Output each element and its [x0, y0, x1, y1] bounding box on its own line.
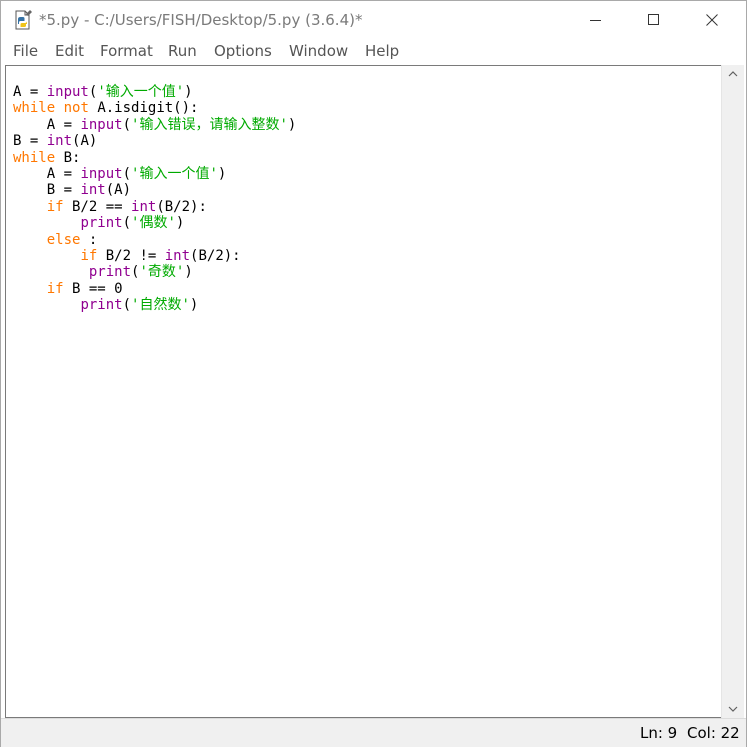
code-token: '输入一个值' — [97, 84, 185, 100]
code-line[interactable]: B = int(A) — [13, 182, 296, 198]
menu-window[interactable]: Window — [289, 42, 348, 60]
code-token: while — [13, 149, 56, 166]
code-token: ) — [184, 84, 193, 100]
code-token: ( — [122, 116, 132, 133]
code-token: (A) — [105, 182, 132, 199]
vertical-scrollbar[interactable] — [721, 65, 744, 718]
code-token: A = — [13, 165, 81, 182]
code-token: '偶数' — [131, 215, 176, 232]
code-token: ( — [122, 165, 132, 182]
code-line[interactable]: while not A.isdigit(): — [13, 100, 296, 116]
code-token: else — [46, 231, 81, 248]
cursor-line-indicator: Ln: 9 — [640, 724, 678, 742]
code-token: B = — [13, 133, 47, 150]
menu-format[interactable]: Format — [100, 42, 153, 60]
code-line[interactable]: while B: — [13, 150, 296, 166]
code-editor[interactable]: A = input('输入一个值') while not A.isdigit():… — [5, 65, 722, 718]
title-bar[interactable]: *5.py - C:/Users/FISH/Desktop/5.py (3.6.… — [1, 1, 746, 39]
minimize-icon — [590, 20, 601, 21]
status-bar: Ln: 9 Col: 22 — [1, 718, 746, 747]
code-token: ( — [122, 215, 132, 232]
code-token: print — [80, 215, 123, 232]
code-line[interactable]: if B == 0 — [13, 281, 296, 297]
code-text[interactable]: A = input('输入一个值') while not A.isdigit():… — [13, 84, 296, 313]
code-token: (B/2): — [190, 247, 241, 264]
code-line[interactable]: A = input('输入一个值') — [13, 166, 296, 182]
code-token: int — [46, 133, 73, 150]
code-token: A = — [13, 84, 47, 100]
code-token: ) — [175, 215, 185, 232]
maximize-icon — [648, 14, 659, 25]
menu-edit[interactable]: Edit — [55, 42, 84, 60]
code-token: input — [80, 165, 123, 182]
code-token: if — [80, 247, 98, 264]
close-button[interactable] — [683, 1, 741, 39]
code-token: if — [46, 280, 64, 297]
code-line[interactable]: if B/2 != int(B/2): — [13, 248, 296, 264]
code-line[interactable]: print('奇数') — [13, 264, 296, 280]
code-line[interactable]: print('偶数') — [13, 215, 296, 231]
code-token: input — [80, 116, 123, 133]
code-line[interactable]: print('自然数') — [13, 297, 296, 313]
menu-options[interactable]: Options — [214, 42, 272, 60]
code-token: while — [13, 100, 56, 117]
code-token: '输入一个值' — [131, 165, 218, 182]
code-line[interactable]: B = int(A) — [13, 133, 296, 149]
code-token: B == 0 — [63, 280, 123, 297]
minimize-button[interactable] — [567, 1, 625, 39]
code-line[interactable]: else : — [13, 232, 296, 248]
close-icon — [706, 14, 718, 26]
code-token: print — [80, 297, 123, 314]
maximize-button[interactable] — [625, 1, 683, 39]
code-token: (A) — [72, 133, 98, 150]
code-token: input — [46, 84, 89, 100]
code-token: B = — [13, 182, 81, 199]
code-line[interactable]: A = input('输入一个值') — [13, 84, 296, 100]
scroll-up-button[interactable] — [722, 65, 744, 83]
code-token: int — [164, 247, 191, 264]
code-token: B/2 == — [63, 198, 132, 215]
code-token: int — [80, 182, 106, 199]
code-token: ) — [189, 297, 199, 314]
code-token: ( — [122, 297, 132, 314]
cursor-column-indicator: Col: 22 — [687, 724, 740, 742]
code-token: '输入错误，请输入整数' — [131, 116, 288, 133]
menu-file[interactable]: File — [13, 42, 38, 60]
code-line[interactable]: if B/2 == int(B/2): — [13, 199, 296, 215]
menu-help[interactable]: Help — [365, 42, 399, 60]
code-token: '奇数' — [139, 264, 185, 281]
chevron-down-icon — [728, 706, 738, 712]
chevron-up-icon — [728, 71, 738, 77]
code-token: ) — [287, 116, 297, 133]
code-token: B/2 != — [97, 247, 165, 264]
scroll-down-button[interactable] — [722, 700, 744, 718]
code-token: ) — [184, 264, 193, 281]
code-token: : — [80, 231, 98, 248]
window-title: *5.py - C:/Users/FISH/Desktop/5.py (3.6.… — [39, 11, 363, 29]
code-token: A.isdigit(): — [88, 100, 199, 117]
code-token: if — [46, 198, 64, 215]
idle-editor-window: *5.py - C:/Users/FISH/Desktop/5.py (3.6.… — [0, 0, 747, 747]
menu-run[interactable]: Run — [168, 42, 197, 60]
code-token: A = — [13, 116, 81, 133]
code-token: int — [131, 198, 157, 215]
code-token: not — [63, 100, 89, 117]
code-line[interactable]: A = input('输入错误，请输入整数') — [13, 116, 297, 133]
python-file-icon — [13, 10, 33, 30]
code-token: ) — [217, 165, 227, 182]
code-token: (B/2): — [156, 198, 207, 215]
code-token: '自然数' — [131, 297, 190, 314]
code-token: print — [88, 264, 132, 281]
menu-bar: File Edit Format Run Options Window Help — [1, 39, 746, 64]
code-token: B: — [55, 149, 81, 166]
